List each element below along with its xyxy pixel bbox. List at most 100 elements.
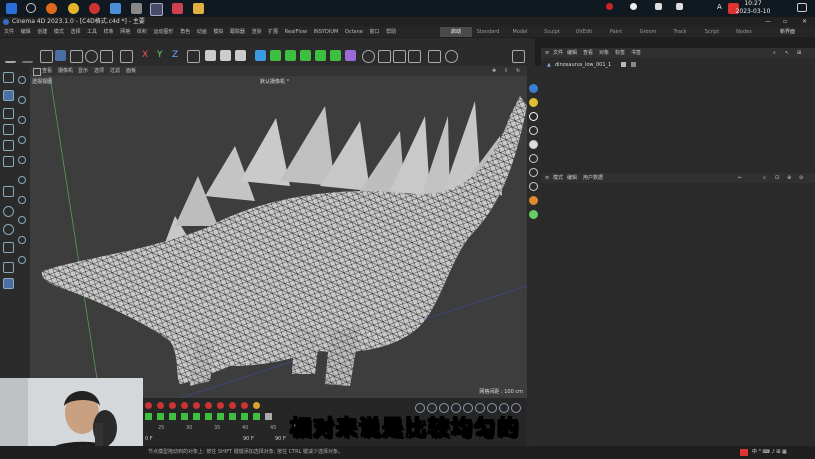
play-control-icon[interactable] bbox=[181, 413, 188, 420]
layout-tab-sculpt[interactable]: Sculpt bbox=[536, 27, 568, 37]
lasso-select-icon[interactable] bbox=[18, 116, 26, 124]
box-select-icon[interactable] bbox=[18, 96, 26, 104]
cloner-icon[interactable] bbox=[300, 50, 311, 61]
tag-icon[interactable] bbox=[631, 62, 636, 67]
viewport-menu-cameras[interactable]: 摄像机 bbox=[58, 66, 73, 76]
environment-icon[interactable] bbox=[529, 154, 538, 163]
om-menu-object[interactable]: 对象 bbox=[599, 48, 609, 58]
menu-tools[interactable]: 工具 bbox=[87, 27, 97, 37]
magnet-icon[interactable] bbox=[3, 242, 14, 253]
settings-gear-icon[interactable] bbox=[445, 50, 458, 63]
keyframe-icon[interactable] bbox=[241, 402, 248, 409]
end-frame-field[interactable]: 90 F bbox=[275, 436, 286, 442]
am-menu-userdata[interactable]: 用户数据 bbox=[583, 173, 603, 183]
sculpt-icon[interactable] bbox=[3, 206, 14, 217]
polygon-select-icon[interactable] bbox=[18, 136, 26, 144]
tray-icon[interactable] bbox=[630, 3, 637, 10]
notification-icon[interactable] bbox=[797, 3, 807, 12]
menu-animate[interactable]: 动画 bbox=[197, 27, 207, 37]
redo-icon[interactable] bbox=[22, 50, 33, 63]
om-menu-view[interactable]: 查看 bbox=[583, 48, 593, 58]
keyframe-icon[interactable] bbox=[205, 402, 212, 409]
select-icon[interactable] bbox=[40, 50, 53, 63]
viewport[interactable]: 透视视图 默认摄像机 ° 网格间距 : 100 cm bbox=[30, 76, 527, 398]
menu-render[interactable]: 渲染 bbox=[252, 27, 262, 37]
play-control-icon[interactable] bbox=[241, 413, 248, 420]
scale-tool-icon[interactable] bbox=[70, 50, 83, 63]
play-control-icon[interactable] bbox=[229, 413, 236, 420]
rotate-tool-icon[interactable] bbox=[85, 50, 98, 63]
keyframe-icon[interactable] bbox=[181, 402, 188, 409]
workplane-icon[interactable] bbox=[408, 50, 421, 63]
menu-extensions[interactable]: 扩展 bbox=[268, 27, 278, 37]
am-menu-icon[interactable]: ≡ bbox=[545, 173, 549, 183]
symmetry-icon[interactable] bbox=[428, 50, 441, 63]
edges-mode-icon[interactable] bbox=[3, 124, 14, 135]
menu-file[interactable]: 文件 bbox=[4, 27, 14, 37]
menu-edit[interactable]: 编辑 bbox=[21, 27, 31, 37]
speaker-icon[interactable] bbox=[676, 3, 683, 10]
snap-icon[interactable] bbox=[393, 50, 406, 63]
viewport-menu-panel[interactable]: 面板 bbox=[126, 66, 136, 76]
ime-toolbar-icon[interactable]: 中 ° ⌨ ♪ ⊞ ▦ bbox=[752, 446, 787, 459]
menu-volume[interactable]: 体积 bbox=[137, 27, 147, 37]
menu-character[interactable]: 角色 bbox=[180, 27, 190, 37]
stage-icon[interactable] bbox=[529, 182, 538, 191]
extrude-icon[interactable] bbox=[18, 196, 26, 204]
app-red-icon[interactable] bbox=[172, 3, 183, 14]
coordinate-system-icon[interactable] bbox=[187, 50, 200, 63]
autokey-icon[interactable] bbox=[157, 402, 164, 409]
play-control-icon[interactable] bbox=[217, 413, 224, 420]
am-search-icon[interactable]: ⌕ bbox=[763, 173, 766, 183]
grid-icon[interactable] bbox=[378, 50, 391, 63]
menu-realflow[interactable]: RealFlow bbox=[285, 27, 307, 37]
tray-icon[interactable] bbox=[606, 3, 613, 10]
keyframe-icon[interactable] bbox=[169, 402, 176, 409]
visibility-icon[interactable] bbox=[621, 62, 626, 67]
am-new-icon[interactable]: ⊕ bbox=[787, 173, 791, 183]
plugin-icon[interactable] bbox=[529, 210, 538, 219]
am-lock-icon[interactable]: ⊡ bbox=[775, 173, 779, 183]
sky-icon[interactable] bbox=[529, 126, 538, 135]
menu-spline[interactable]: 样条 bbox=[104, 27, 114, 37]
viewport-nav-icon[interactable]: ↻ bbox=[516, 66, 520, 76]
layout-tab-startup[interactable]: 启动 bbox=[440, 27, 472, 37]
axis-mode-icon[interactable] bbox=[3, 186, 14, 197]
om-menu-file[interactable]: 文件 bbox=[553, 48, 563, 58]
layout-tab-paint[interactable]: Paint bbox=[600, 27, 632, 37]
maximize-button[interactable]: ▫ bbox=[783, 17, 787, 27]
light-bulb-icon[interactable] bbox=[529, 98, 538, 107]
layout-tab-nodes[interactable]: Nodes bbox=[728, 27, 760, 37]
z-axis-icon[interactable]: Z bbox=[172, 50, 178, 60]
layout-tab-script[interactable]: Script bbox=[696, 27, 728, 37]
grid-toggle-icon[interactable] bbox=[3, 262, 14, 273]
weld-icon[interactable] bbox=[18, 236, 26, 244]
keyframe-icon[interactable] bbox=[253, 402, 260, 409]
menu-mode[interactable]: 模式 bbox=[54, 27, 64, 37]
viewport-nav-icon[interactable]: ⇧ bbox=[504, 66, 508, 76]
viewport-menu-filter[interactable]: 过滤 bbox=[110, 66, 120, 76]
viewport-menu-view[interactable]: 查看 bbox=[42, 66, 52, 76]
om-menu-edit[interactable]: 编辑 bbox=[567, 48, 577, 58]
viewport-menu-options[interactable]: 选项 bbox=[94, 66, 104, 76]
layout-toggle-icon[interactable] bbox=[512, 50, 525, 63]
make-editable-icon[interactable] bbox=[3, 72, 14, 83]
layout-tab-model[interactable]: Model bbox=[504, 27, 536, 37]
chrome-icon[interactable] bbox=[68, 3, 79, 14]
menu-insydium[interactable]: INSYDIUM bbox=[314, 27, 339, 37]
live-select-icon[interactable] bbox=[18, 76, 26, 84]
app-icon[interactable] bbox=[89, 3, 100, 14]
render-view-icon[interactable] bbox=[205, 50, 216, 61]
record-icon[interactable] bbox=[145, 402, 152, 409]
layout-tab-groom[interactable]: Groom bbox=[632, 27, 664, 37]
om-menu-tags[interactable]: 标签 bbox=[615, 48, 625, 58]
keyframe-icon[interactable] bbox=[217, 402, 224, 409]
new-layout-button[interactable]: 新界面 bbox=[780, 27, 795, 37]
windows-start-icon[interactable] bbox=[6, 3, 17, 14]
layout-tab-uvedit[interactable]: UVEdit bbox=[568, 27, 600, 37]
ime-logo-icon[interactable] bbox=[740, 449, 748, 456]
tray-icon[interactable] bbox=[655, 3, 662, 10]
object-name[interactable]: dinosaurus_low_001_1 bbox=[555, 60, 611, 70]
render-picture-viewer-icon[interactable] bbox=[220, 50, 231, 61]
menu-tracker[interactable]: 跟踪器 bbox=[230, 27, 245, 37]
